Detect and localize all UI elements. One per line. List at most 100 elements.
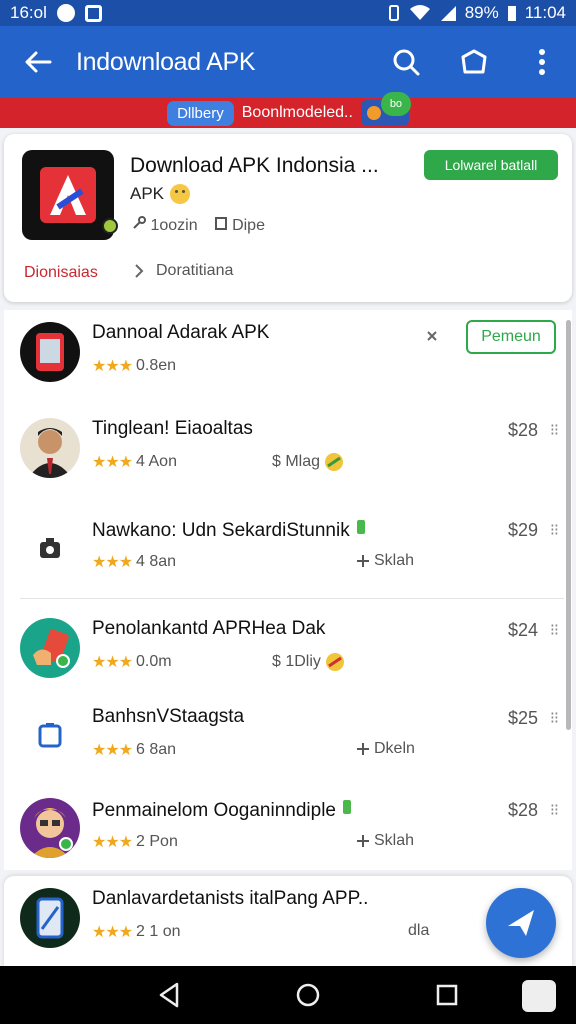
search-icon xyxy=(393,49,420,76)
emoji-icon xyxy=(325,653,344,671)
status-bar: 16:ol 89% 11:04 xyxy=(0,0,576,26)
emoji-icon xyxy=(325,453,344,471)
pin-small-icon xyxy=(357,835,369,847)
list-item[interactable]: BanhsnVStaagsta ★★★ 6 8an Dkeln $25 ⁝⁝ xyxy=(4,694,564,784)
star-rating-icon: ★★★ xyxy=(92,554,133,571)
rating: ★★★ 2 Pon xyxy=(92,832,178,852)
featured-link-dimensions[interactable]: Dionisaias xyxy=(24,264,98,282)
back-button[interactable] xyxy=(0,26,76,98)
star-rating-icon: ★★★ xyxy=(92,834,133,851)
more-options-icon[interactable]: ⁝⁝ xyxy=(550,708,559,728)
pin-small-icon xyxy=(357,743,369,755)
list-item[interactable]: Tinglean! Eiaoaltas ★★★ 4 Aon $ Mlag $28… xyxy=(4,406,564,496)
gallery-icon xyxy=(84,4,102,22)
list-item[interactable]: Penolankantd APRHea Dak ★★★ 0.0m $ 1Dliy… xyxy=(4,606,564,696)
nav-back-icon[interactable] xyxy=(157,982,181,1008)
wifi-icon xyxy=(409,5,430,20)
list-item[interactable]: Nawkano: Udn SekardiStunnik ★★★ 4 8an Sk… xyxy=(4,506,564,596)
system-nav-bar xyxy=(0,966,576,1024)
smile-emoji-icon xyxy=(170,184,191,204)
featured-app-card[interactable]: Download APK Indonsia ... APK 1oozin Dip… xyxy=(4,134,572,302)
star-rating-icon: ★★★ xyxy=(92,454,133,471)
chip-library[interactable]: Dllbery xyxy=(167,100,234,126)
app-name: Penolankantd APRHea Dak xyxy=(92,618,326,639)
nav-home-icon[interactable] xyxy=(295,982,321,1008)
more-options-icon[interactable]: ⁝⁝ xyxy=(550,520,559,540)
app-meta-text: $ 1Dliy xyxy=(272,653,321,670)
list-item[interactable]: Danlavardetanists italPang APP.. ★★★ 2 1… xyxy=(4,876,564,966)
app-meta: Sklah xyxy=(356,832,414,850)
more-options-icon[interactable]: ⁝⁝ xyxy=(550,800,559,820)
app-meta: dla xyxy=(408,922,430,939)
featured-subtitle: APK xyxy=(130,184,191,204)
rating: ★★★ 4 8an xyxy=(92,552,176,572)
category-strip: Dllbery Boonlmodeled.. bo xyxy=(0,92,576,128)
app-name-text: Penmainelom Ooganinndiple xyxy=(92,800,336,821)
rating: ★★★ 2 1 on xyxy=(92,922,181,942)
app-price: $28 xyxy=(507,420,538,440)
star-rating-icon: ★★★ xyxy=(92,654,133,671)
badge-count: bo xyxy=(380,92,411,116)
shield-button[interactable] xyxy=(440,26,508,98)
battery-level: 89% xyxy=(464,3,499,22)
orange-dot-icon xyxy=(366,106,381,120)
app-price: $28 xyxy=(507,800,538,820)
more-options-icon[interactable]: ⁝⁝ xyxy=(550,620,559,640)
star-rating-icon: ★★★ xyxy=(92,358,133,375)
whatsapp-icon xyxy=(56,4,75,22)
app-name: Dannoal Adarak APK xyxy=(92,322,270,343)
send-fab-button[interactable] xyxy=(486,888,556,958)
app-meta: $ Mlag xyxy=(272,452,344,472)
status-clock: 11:04 xyxy=(524,3,566,22)
rating-text: 4 Aon xyxy=(136,453,177,470)
rating-text: 6 8an xyxy=(136,741,177,758)
user-avatar-icon xyxy=(20,418,80,478)
list-divider xyxy=(20,598,564,599)
notification-chip[interactable]: bo xyxy=(360,92,411,126)
verified-badge-icon xyxy=(102,218,118,234)
app-name: Penmainelom Ooganinndiple xyxy=(92,798,353,822)
app-price: $25 xyxy=(507,708,538,728)
featured-install-button[interactable]: Lolwarel batlall xyxy=(424,150,558,180)
rating-text: 0.8en xyxy=(136,357,177,374)
pin-small-icon xyxy=(357,555,369,567)
rating: ★★★ 6 8an xyxy=(92,740,176,760)
back-arrow-icon xyxy=(25,51,52,73)
app-avatar-icon xyxy=(20,618,80,678)
battery-green-icon xyxy=(343,800,352,814)
app-bar: Indownload APK xyxy=(0,26,576,98)
more-options-icon[interactable]: ⁝⁝ xyxy=(550,420,559,440)
rating: ★★★ 4 Aon xyxy=(92,452,177,472)
more-options-button[interactable] xyxy=(508,26,576,98)
chip-downloaded[interactable]: Boonlmodeled.. xyxy=(242,104,353,122)
app-meta: $ 1Dliy xyxy=(272,652,345,672)
star-rating-icon: ★★★ xyxy=(92,924,133,941)
scrollbar[interactable] xyxy=(566,320,571,730)
featured-meta2-text: Dipe xyxy=(232,217,265,234)
featured-meta: 1oozin Dipe xyxy=(132,216,265,235)
vibrate-icon xyxy=(388,5,399,21)
tablet-icon xyxy=(20,706,80,766)
app-price: $29 xyxy=(507,520,538,540)
app-meta-text: Sklah xyxy=(374,552,415,569)
featured-subtitle-text: APK xyxy=(130,184,165,203)
nav-recents-icon[interactable] xyxy=(435,983,459,1007)
keyboard-switch-icon[interactable] xyxy=(522,980,556,1012)
paper-plane-icon xyxy=(508,910,534,936)
featured-meta-downloads: 1oozin xyxy=(132,216,198,235)
star-rating-icon: ★★★ xyxy=(92,742,133,759)
featured-title: Download APK Indonsia ... xyxy=(130,154,379,177)
app-logo-icon xyxy=(22,150,118,240)
app-avatar-icon xyxy=(20,888,80,948)
premium-button[interactable]: Pemeun xyxy=(466,320,556,354)
app-name-text: Nawkano: Udn SekardiStunnik xyxy=(92,520,350,541)
featured-link-details[interactable]: Doratitiana xyxy=(134,262,233,280)
app-title: Indownload APK xyxy=(76,47,256,76)
pin-icon[interactable] xyxy=(424,328,440,344)
rating: ★★★ 0.0m xyxy=(92,652,172,672)
list-item[interactable]: Dannoal Adarak APK ★★★ 0.8en Pemeun xyxy=(4,310,564,400)
search-button[interactable] xyxy=(372,26,440,98)
app-name: Nawkano: Udn SekardiStunnik xyxy=(92,518,367,542)
list-item[interactable]: Penmainelom Ooganinndiple ★★★ 2 Pon Skla… xyxy=(4,786,564,876)
app-avatar-icon xyxy=(20,322,80,382)
